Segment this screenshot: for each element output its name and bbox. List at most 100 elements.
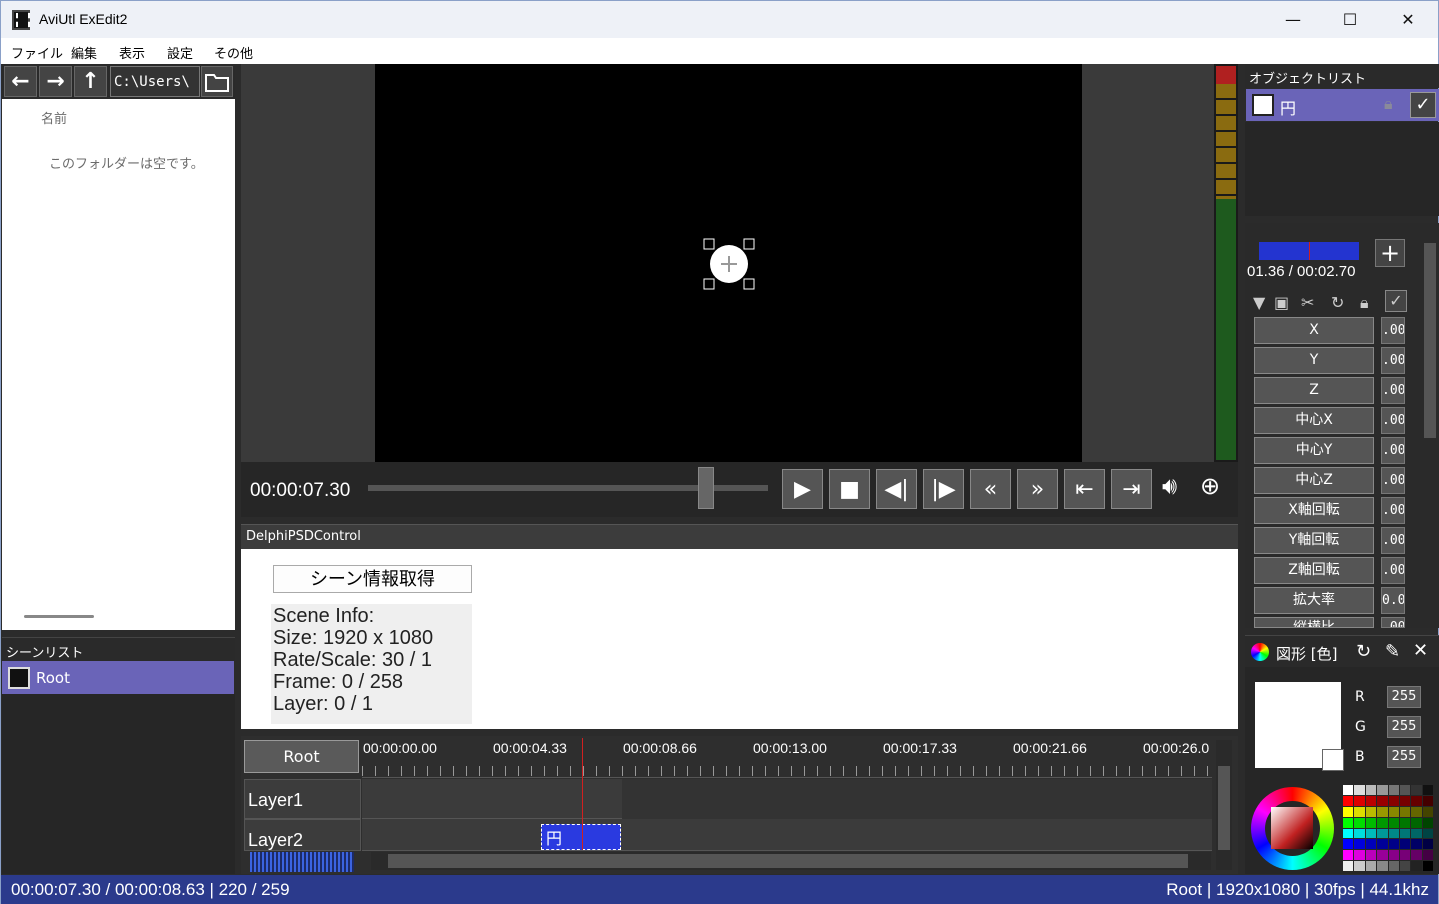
palette-swatch[interactable]: [1399, 806, 1411, 817]
timeline-zoom-bar[interactable]: [250, 852, 354, 872]
palette-swatch[interactable]: [1377, 839, 1388, 850]
palette-swatch[interactable]: [1343, 861, 1354, 871]
play-icon[interactable]: ▶: [782, 469, 823, 509]
palette-swatch[interactable]: [1377, 795, 1388, 806]
palette-swatch[interactable]: [1399, 839, 1411, 850]
fast-forward-icon[interactable]: »: [1017, 469, 1058, 509]
palette-swatch[interactable]: [1343, 785, 1354, 795]
seek-slider-handle[interactable]: [698, 467, 714, 509]
palette-swatch[interactable]: [1411, 795, 1422, 806]
param-scale-value[interactable]: 0.0: [1381, 587, 1405, 614]
palette-swatch[interactable]: [1354, 806, 1365, 817]
palette-swatch[interactable]: [1411, 850, 1422, 861]
palette-swatch[interactable]: [1411, 839, 1422, 850]
palette-swatch[interactable]: [1354, 828, 1365, 839]
palette-swatch[interactable]: [1354, 795, 1365, 806]
minimize-button[interactable]: —: [1264, 1, 1322, 38]
palette-swatch[interactable]: [1365, 785, 1377, 795]
saturation-value-square[interactable]: [1271, 807, 1313, 849]
go-to-end-icon[interactable]: ⇥: [1111, 469, 1152, 509]
palette-swatch[interactable]: [1377, 785, 1388, 795]
param-x-button[interactable]: X: [1254, 317, 1374, 344]
param-x-rotation-button[interactable]: X軸回転: [1254, 497, 1374, 524]
folder-icon[interactable]: [201, 66, 233, 97]
palette-swatch[interactable]: [1377, 850, 1388, 861]
param-center-y-button[interactable]: 中心Y: [1254, 437, 1374, 464]
palette-swatch[interactable]: [1354, 817, 1365, 828]
palette-swatch[interactable]: [1343, 828, 1354, 839]
param-aspect-value[interactable]: .00: [1381, 617, 1405, 628]
scene-list-item-root[interactable]: Root: [2, 661, 234, 694]
palette-swatch[interactable]: [1388, 850, 1399, 861]
palette-swatch[interactable]: [1343, 839, 1354, 850]
param-center-z-button[interactable]: 中心Z: [1254, 467, 1374, 494]
palette-swatch[interactable]: [1365, 850, 1377, 861]
loop-icon[interactable]: ↻: [1331, 293, 1344, 312]
palette-swatch[interactable]: [1365, 861, 1377, 871]
stop-icon[interactable]: ■: [829, 469, 870, 509]
palette-swatch[interactable]: [1399, 817, 1411, 828]
palette-swatch[interactable]: [1365, 817, 1377, 828]
scrollbar-thumb[interactable]: [388, 854, 1188, 868]
scrollbar-thumb[interactable]: [1218, 766, 1230, 850]
go-to-start-icon[interactable]: ⇤: [1064, 469, 1105, 509]
b-value-input[interactable]: 255: [1387, 746, 1421, 768]
timeline-vertical-scrollbar[interactable]: [1216, 740, 1232, 870]
secondary-color-swatch[interactable]: [1322, 749, 1344, 771]
palette-swatch[interactable]: [1422, 850, 1433, 861]
param-y-button[interactable]: Y: [1254, 347, 1374, 374]
param-center-x-value[interactable]: .00: [1381, 407, 1405, 434]
palette-swatch[interactable]: [1388, 828, 1399, 839]
palette-swatch[interactable]: [1343, 806, 1354, 817]
maximize-button[interactable]: ☐: [1321, 1, 1379, 38]
color-palette[interactable]: [1343, 785, 1433, 871]
layer-label-2[interactable]: Layer2: [244, 819, 361, 851]
refresh-icon[interactable]: ↻: [1356, 641, 1371, 662]
menu-other[interactable]: その他: [214, 43, 253, 62]
palette-swatch[interactable]: [1411, 806, 1422, 817]
palette-swatch[interactable]: [1365, 806, 1377, 817]
layer-label-1[interactable]: Layer1: [244, 779, 361, 819]
palette-swatch[interactable]: [1411, 817, 1422, 828]
palette-swatch[interactable]: [1422, 806, 1433, 817]
palette-swatch[interactable]: [1354, 785, 1365, 795]
menu-edit[interactable]: 編集: [71, 43, 97, 62]
param-z-rotation-value[interactable]: .00: [1381, 557, 1405, 584]
palette-swatch[interactable]: [1422, 861, 1433, 871]
palette-swatch[interactable]: [1365, 828, 1377, 839]
column-header-name[interactable]: 名前: [41, 108, 67, 127]
param-center-x-button[interactable]: 中心X: [1254, 407, 1374, 434]
param-center-y-value[interactable]: .00: [1381, 437, 1405, 464]
eyedropper-icon[interactable]: ✎: [1385, 641, 1400, 662]
param-y-value[interactable]: .00: [1381, 347, 1405, 374]
layer-track-2[interactable]: [362, 819, 1212, 851]
menu-file[interactable]: ファイル: [11, 43, 63, 62]
palette-swatch[interactable]: [1388, 785, 1399, 795]
scrollbar-thumb[interactable]: [1424, 243, 1436, 438]
palette-swatch[interactable]: [1399, 795, 1411, 806]
checkbox-icon[interactable]: ✓: [1410, 92, 1436, 118]
close-button[interactable]: ✕: [1379, 1, 1437, 38]
palette-swatch[interactable]: [1422, 828, 1433, 839]
back-arrow-icon[interactable]: ←: [4, 66, 37, 97]
param-center-z-value[interactable]: .00: [1381, 467, 1405, 494]
param-z-value[interactable]: .00: [1381, 377, 1405, 404]
palette-swatch[interactable]: [1377, 828, 1388, 839]
lock-icon[interactable]: 🔒︎: [1360, 293, 1369, 313]
param-y-rotation-button[interactable]: Y軸回転: [1254, 527, 1374, 554]
next-frame-icon[interactable]: |▶: [923, 469, 964, 509]
palette-swatch[interactable]: [1354, 861, 1365, 871]
g-value-input[interactable]: 255: [1387, 716, 1421, 738]
palette-swatch[interactable]: [1422, 785, 1433, 795]
forward-arrow-icon[interactable]: →: [39, 66, 72, 97]
palette-swatch[interactable]: [1354, 850, 1365, 861]
param-x-rotation-value[interactable]: .00: [1381, 497, 1405, 524]
timeline-horizontal-scrollbar[interactable]: [371, 852, 1211, 870]
palette-swatch[interactable]: [1399, 850, 1411, 861]
palette-swatch[interactable]: [1422, 795, 1433, 806]
palette-swatch[interactable]: [1354, 839, 1365, 850]
camera-icon[interactable]: ▣: [1274, 293, 1289, 312]
palette-swatch[interactable]: [1388, 817, 1399, 828]
param-z-rotation-button[interactable]: Z軸回転: [1254, 557, 1374, 584]
palette-swatch[interactable]: [1377, 817, 1388, 828]
